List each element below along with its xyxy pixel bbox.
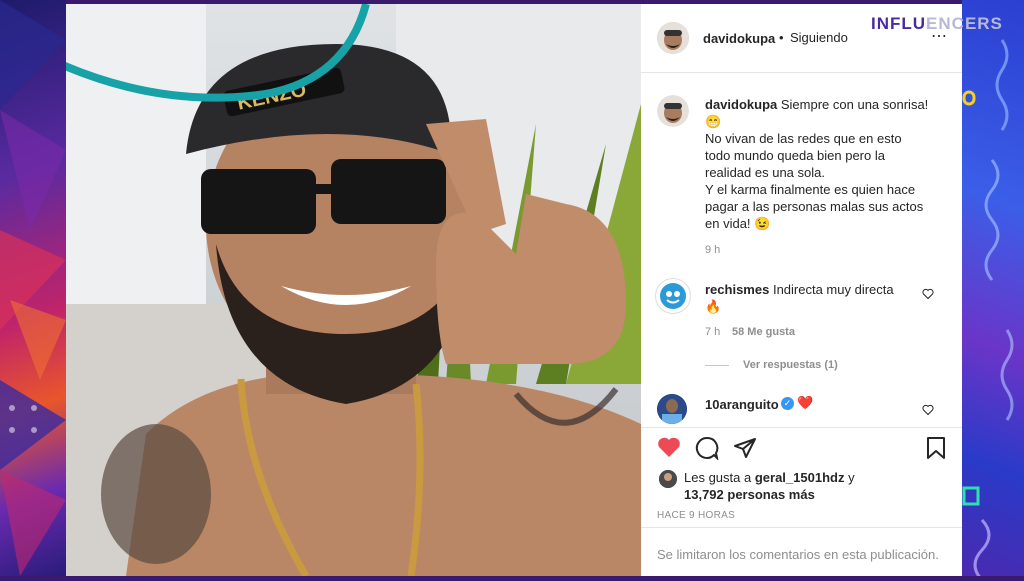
actions-divider xyxy=(641,427,962,428)
comment-body-rechismes: Indirecta muy directa xyxy=(772,282,894,297)
likes-count[interactable]: 13,792 personas más xyxy=(684,487,815,502)
logo-text-b: ENCERS xyxy=(926,14,1003,33)
comment-icon[interactable] xyxy=(695,436,719,460)
verified-badge-icon: ✓ xyxy=(781,397,794,410)
caption-body-line1: No vivan de las redes que en esto xyxy=(705,131,902,146)
background-left-panel xyxy=(0,0,66,576)
caption-body-line5: pagar a las personas malas sus actos xyxy=(705,199,924,214)
post-photo[interactable]: KENZO xyxy=(66,4,641,576)
comment-likes-rechismes[interactable]: 58 Me gusta xyxy=(732,326,795,338)
caption-emoji2: 😉 xyxy=(754,216,771,231)
header-divider xyxy=(641,72,962,73)
squiggle-pattern xyxy=(962,39,1014,581)
teal-arc-decoration xyxy=(66,4,370,102)
share-icon[interactable] xyxy=(733,436,757,460)
comment-like-heart-icon[interactable] xyxy=(922,288,934,300)
comment-avatar-rechismes[interactable] xyxy=(655,278,691,314)
likes-connector: y xyxy=(848,470,855,485)
liker-avatar[interactable] xyxy=(659,470,677,488)
caption-time: 9 h xyxy=(705,244,721,256)
comment-text-rechismes: rechismes Indirecta muy directa 🔥 xyxy=(705,281,925,315)
footer-divider xyxy=(641,527,962,528)
caption-line1: Siempre con una sonrisa! xyxy=(780,97,929,112)
follow-status-button[interactable]: Siguiendo xyxy=(790,29,848,46)
caption-emoji1: 😁 xyxy=(705,114,722,129)
comment-emoji-rechismes: 🔥 xyxy=(705,299,722,314)
caption-body-line3: realidad es una sola. xyxy=(705,165,825,180)
geometric-pattern xyxy=(0,0,66,576)
caption-body-line4: Y el karma finalmente es quien hace xyxy=(705,182,916,197)
caption-avatar[interactable] xyxy=(657,95,689,127)
header-username[interactable]: davidokupa xyxy=(703,30,775,47)
like-heart-icon[interactable] xyxy=(657,436,681,458)
comment-like-heart-icon-2[interactable] xyxy=(922,404,934,416)
caption-body-line2: todo mundo queda bien pero la xyxy=(705,148,885,163)
post-date: HACE 9 HORAS xyxy=(657,510,736,521)
likes-summary: Les gusta a geral_1501hdz y 13,792 perso… xyxy=(684,469,954,503)
comment-emoji-10aranguito: ❤️ xyxy=(797,395,814,410)
post-panel: davidokupa • Siguiendo ⋯ davidokupa Siem… xyxy=(641,4,962,576)
channel-logo: INFLUENCERS xyxy=(871,14,1003,34)
comment-avatar-10aranguito[interactable] xyxy=(657,394,687,424)
caption-body-line6: en vida! xyxy=(705,216,751,231)
view-replies-button[interactable]: Ver respuestas (1) xyxy=(743,359,838,371)
logo-text-a: INFLU xyxy=(871,14,927,33)
comment-username-10aranguito[interactable]: 10aranguito xyxy=(705,396,779,413)
likes-prefix: Les gusta a xyxy=(684,470,752,485)
bookmark-icon[interactable] xyxy=(925,436,947,460)
comment-time-rechismes: 7 h xyxy=(705,326,721,338)
background-right-panel xyxy=(962,0,1024,581)
header-separator: • xyxy=(779,30,784,45)
comment-username-rechismes[interactable]: rechismes xyxy=(705,282,769,297)
author-avatar[interactable] xyxy=(657,22,689,54)
likes-user[interactable]: geral_1501hdz xyxy=(755,470,845,485)
replies-line xyxy=(705,365,729,366)
caption-text: davidokupa Siempre con una sonrisa! 😁 No… xyxy=(705,96,955,232)
caption-username[interactable]: davidokupa xyxy=(705,97,777,112)
comments-limited-notice: Se limitaron los comentarios en esta pub… xyxy=(657,547,939,562)
